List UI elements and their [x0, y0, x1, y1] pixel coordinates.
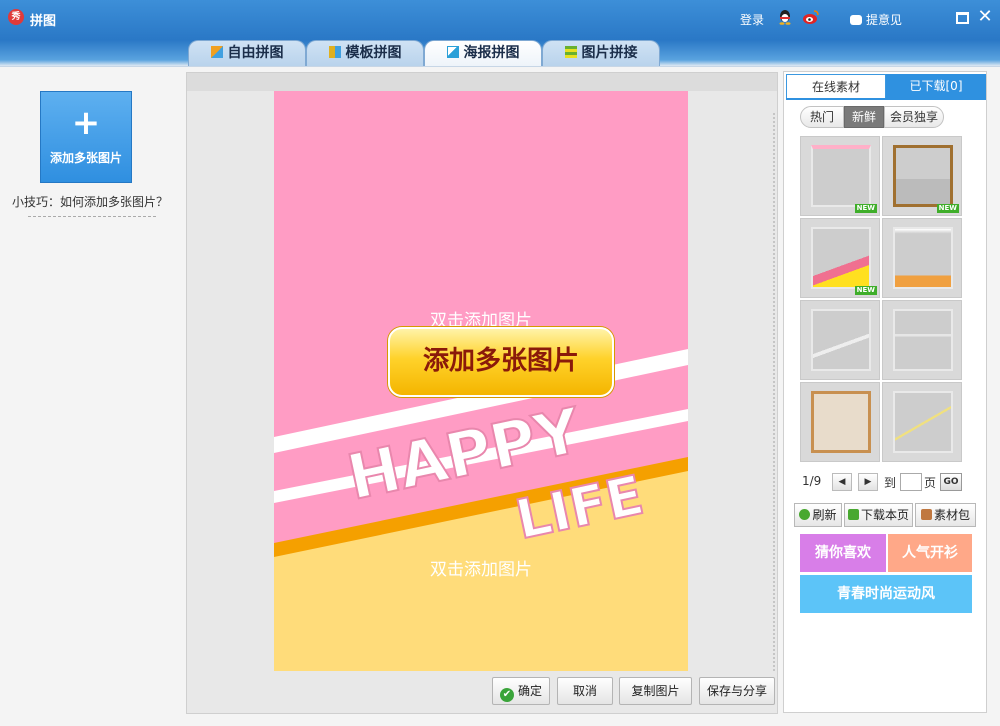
tab-poster-collage[interactable]: 海报拼图 [424, 40, 542, 66]
tab-image-join[interactable]: 图片拼接 [542, 40, 660, 66]
qq-icon[interactable] [777, 9, 793, 25]
poster-add-images-button[interactable]: 添加多张图片 [388, 327, 614, 397]
package-icon [920, 509, 932, 520]
feedback-label: 提意见 [866, 13, 903, 27]
login-link[interactable]: 登录 [740, 11, 764, 28]
save-share-button[interactable]: 保存与分享 [699, 677, 775, 705]
download-page-button[interactable]: 下载本页 [844, 503, 913, 527]
guess-you-like-banner[interactable]: 猜你喜欢 [800, 534, 886, 572]
page-unit-label: 页 [924, 476, 937, 490]
copy-image-button[interactable]: 复制图片 [619, 677, 692, 705]
template-thumb[interactable]: NEW [882, 136, 962, 216]
add-multiple-images-label: 添加多张图片 [49, 151, 122, 165]
prev-page-button[interactable]: ◀ [832, 473, 852, 491]
app-title: 拼图 [30, 14, 57, 29]
thumb-preview [811, 145, 871, 207]
title-bar: 秀 拼图 登录 提意见 ✕ [0, 0, 1000, 40]
download-page-label: 下载本页 [860, 508, 909, 522]
template-collage-icon [328, 46, 341, 58]
plus-icon: + [71, 103, 101, 143]
thumb-preview [893, 227, 953, 289]
template-thumb[interactable] [800, 300, 880, 380]
thumb-preview [811, 391, 871, 453]
thumb-preview [811, 309, 871, 371]
free-collage-icon [210, 46, 223, 58]
canvas-header [187, 73, 777, 91]
refresh-button[interactable]: 刷新 [794, 503, 842, 527]
thumb-preview [893, 145, 953, 207]
thumb-preview [811, 227, 871, 289]
check-icon: ✔ [499, 688, 514, 702]
tip-link[interactable]: 小技巧：如何添加多张图片？ [12, 193, 168, 210]
popular-banner[interactable]: 人气开衫 [888, 534, 972, 572]
left-panel: + 添加多张图片 小技巧：如何添加多张图片？ [0, 67, 180, 717]
filter-fresh[interactable]: 新鲜 [844, 106, 884, 128]
new-badge: NEW [936, 204, 959, 213]
maximize-button[interactable] [956, 12, 969, 24]
add-multiple-images-button[interactable]: + 添加多张图片 [40, 91, 132, 183]
tab-underline [786, 98, 986, 100]
youth-sport-banner[interactable]: 青春时尚运动风 [800, 575, 972, 613]
tab-downloaded[interactable]: 已下载[0] [886, 74, 986, 98]
tab-free-collage[interactable]: 自由拼图 [188, 40, 306, 66]
app-logo-icon: 秀 [8, 9, 24, 25]
filter-vip[interactable]: 会员独享 [884, 106, 944, 128]
thumb-preview [893, 391, 953, 453]
template-thumb[interactable] [882, 300, 962, 380]
refresh-icon [799, 509, 811, 520]
template-thumb[interactable] [882, 382, 962, 462]
thumb-preview [893, 309, 953, 371]
canvas-divider [773, 113, 775, 673]
template-thumb[interactable] [882, 218, 962, 298]
page-number-input[interactable] [900, 473, 922, 491]
confirm-label: 确定 [517, 684, 542, 698]
template-grid: NEW NEW NEW [800, 136, 966, 466]
tab-label: 图片拼接 [581, 45, 638, 61]
material-pack-button[interactable]: 素材包 [915, 503, 976, 527]
template-thumb[interactable]: NEW [800, 136, 880, 216]
tab-label: 海报拼图 [463, 45, 520, 61]
template-thumb[interactable] [800, 382, 880, 462]
filter-hot[interactable]: 热门 [800, 106, 844, 128]
divider [28, 216, 156, 217]
next-page-button[interactable]: ▶ [858, 473, 878, 491]
tab-label: 模板拼图 [345, 45, 402, 61]
poster-collage-icon [446, 46, 459, 58]
confirm-button[interactable]: ✔ 确定 [492, 677, 550, 705]
bottom-image-placeholder[interactable]: 双击添加图片 [274, 555, 688, 580]
poster-canvas[interactable]: HAPPY LIFE 双击添加图片 双击添加图片 添加多张图片 [274, 91, 688, 671]
cancel-button[interactable]: 取消 [557, 677, 613, 705]
image-join-icon [564, 46, 577, 58]
weibo-icon[interactable] [802, 9, 820, 25]
material-panel: 在线素材 已下载[0] 热门 新鲜 会员独享 NEW NEW NEW 1/9 ◀… [783, 71, 987, 713]
chat-bubble-icon [850, 15, 862, 25]
download-icon [847, 509, 859, 520]
tab-template-collage[interactable]: 模板拼图 [306, 40, 424, 66]
goto-label: 到 [884, 476, 897, 490]
close-button[interactable]: ✕ [976, 8, 994, 26]
new-badge: NEW [854, 204, 877, 213]
app-window: 秀 拼图 登录 提意见 ✕ 自由拼图 模板拼图 海报拼图 图片拼接 + 添加多张… [0, 0, 1000, 726]
go-button[interactable]: GO [940, 473, 962, 491]
new-badge: NEW [854, 286, 877, 295]
tab-online-materials[interactable]: 在线素材 [786, 74, 886, 98]
page-indicator: 1/9 [802, 474, 822, 488]
template-thumb[interactable]: NEW [800, 218, 880, 298]
tab-label: 自由拼图 [227, 45, 284, 61]
material-pack-label: 素材包 [933, 508, 970, 522]
feedback-link[interactable]: 提意见 [850, 11, 902, 28]
refresh-label: 刷新 [812, 508, 837, 522]
mode-tabs: 自由拼图 模板拼图 海报拼图 图片拼接 [0, 40, 1000, 66]
